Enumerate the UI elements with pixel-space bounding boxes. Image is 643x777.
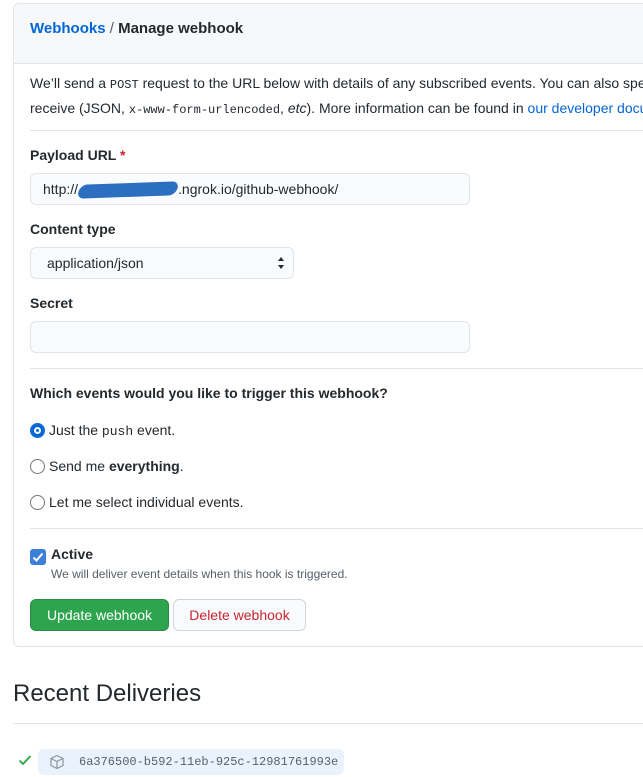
intro-etc: etc [287,100,307,116]
option-text: Just the [49,422,102,438]
option-bold-text: everything [108,458,180,474]
recent-deliveries-heading: Recent Deliveries [13,680,202,707]
page-title: Manage webhook [118,20,244,37]
breadcrumb-separator: / [109,20,114,37]
content-type-label: Content type [30,221,116,237]
divider [13,723,643,724]
intro-text-part: receive (JSON, [30,100,129,116]
update-webhook-button[interactable]: Update webhook [30,599,169,631]
radio-icon[interactable] [30,458,45,474]
divider [30,528,643,529]
payload-url-label: Payload URL * [30,147,125,163]
payload-url-label-text: Payload URL [30,147,117,163]
option-text: event. [133,422,176,438]
intro-text: We’ll send a POST request to the URL bel… [30,72,643,122]
intro-text-part: We’ll send a [30,75,110,91]
urlencoded-code: x-www-form-urlencoded [128,103,281,117]
active-note: We will deliver event details when this … [51,567,348,581]
payload-url-input[interactable]: http:// .ngrok.io/github-webhook/ [30,173,470,205]
option-text: Send me [49,458,109,474]
divider [30,130,643,131]
events-question: Which events would you like to trigger t… [30,385,388,401]
breadcrumb: Webhooks / Manage webhook [30,20,243,37]
active-checkbox[interactable] [30,549,46,565]
active-label: Active [51,546,94,562]
option-text: Let me select individual events. [49,494,244,510]
redaction-scribble [76,181,180,200]
event-option-individual[interactable]: Let me select individual events. [30,492,244,512]
secret-label: Secret [30,295,73,311]
delivery-item[interactable]: 6a376500-b592-11eb-925c-12981761993e [38,749,344,775]
payload-url-prefix: http:// [43,181,79,197]
delete-webhook-button[interactable]: Delete webhook [173,599,306,631]
breadcrumb-webhooks-link[interactable]: Webhooks [30,20,106,37]
event-option-push[interactable]: Just the push event. [30,420,175,440]
required-mark: * [120,147,126,163]
divider [30,368,643,369]
intro-text-part: ). More information can be found in [306,100,528,116]
package-icon [50,754,64,770]
select-caret-icon [278,257,284,269]
payload-url-suffix: .ngrok.io/github-webhook/ [178,181,339,197]
push-code: push [101,424,134,439]
secret-input[interactable] [30,321,470,353]
checkmark-icon [32,552,44,562]
webhook-settings-box: Webhooks / Manage webhook We’ll send a P… [13,3,643,647]
developer-docs-link[interactable]: our developer docu [528,100,643,116]
intro-text-part: request to the URL below with details of… [138,75,643,91]
content-type-select[interactable]: application/json [30,247,294,279]
event-option-everything[interactable]: Send me everything. [30,456,184,476]
success-check-icon [18,755,32,766]
post-code: POST [109,78,139,92]
intro-text-part: , [280,100,288,116]
radio-icon[interactable] [30,494,45,510]
radio-selected-icon[interactable] [30,422,45,438]
option-text: . [179,458,184,474]
delivery-guid: 6a376500-b592-11eb-925c-12981761993e [79,755,339,769]
content-type-value: application/json [47,255,144,271]
box-header: Webhooks / Manage webhook [14,4,643,64]
